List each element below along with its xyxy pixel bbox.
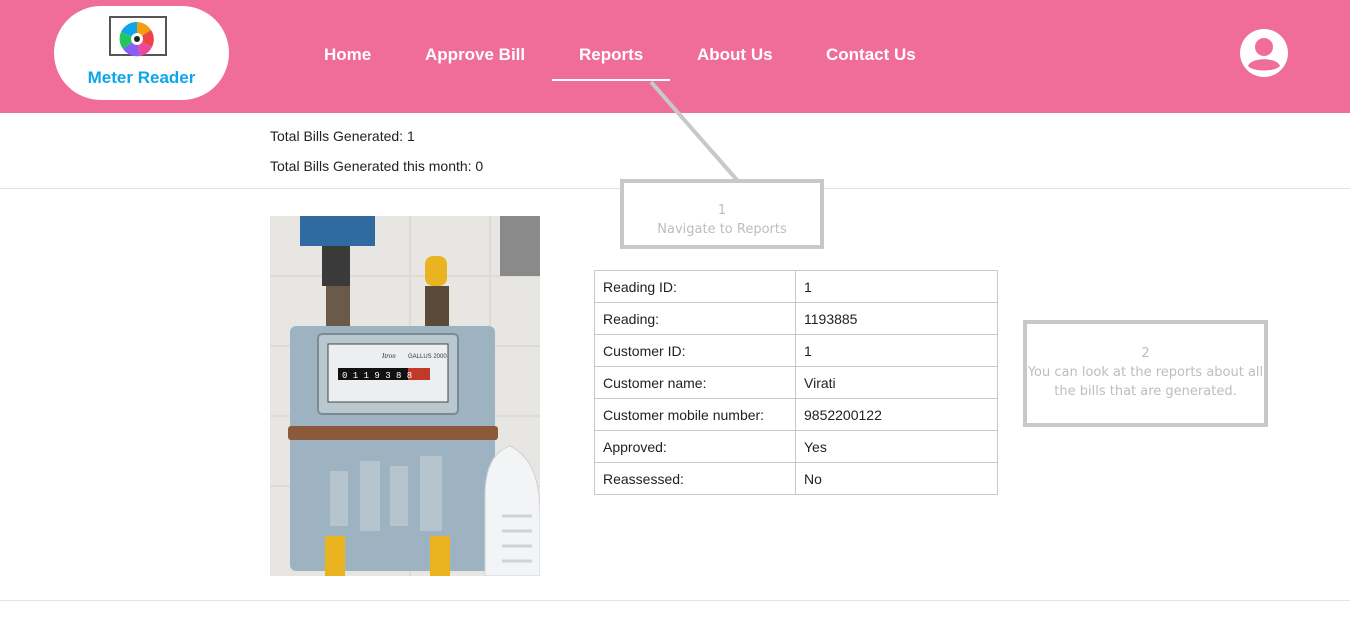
callout-text: Navigate to Reports [657, 222, 787, 237]
callout-connector-line [649, 80, 739, 182]
tutorial-callout-2: 2 You can look at the reports about all … [1023, 320, 1268, 427]
callout-number: 2 [1141, 346, 1150, 361]
callout-number: 1 [717, 203, 727, 218]
tutorial-callout-1: 1 Navigate to Reports [620, 179, 824, 249]
callout-text: You can look at the reports about all th… [1027, 365, 1264, 399]
